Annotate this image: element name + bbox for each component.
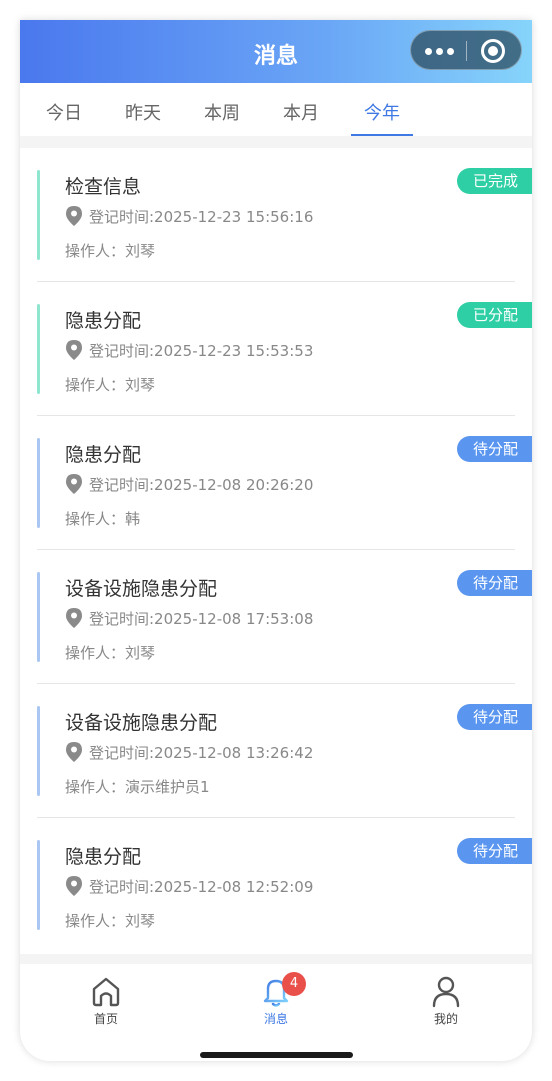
message-item[interactable]: 设备设施隐患分配登记时间:2025-12-08 17:53:08 操作人：刘琴 待分… — [20, 550, 532, 684]
message-title: 隐患分配 — [65, 444, 142, 466]
status-bar — [37, 706, 40, 796]
tab-this-year[interactable]: 今年 — [351, 99, 413, 136]
register-time: 登记时间:2025-12-23 15:56:16 — [89, 208, 314, 226]
location-pin-icon — [65, 205, 83, 227]
tabbar-mine[interactable]: 我的 — [406, 974, 486, 1027]
operator: 操作人：刘琴 — [65, 912, 156, 930]
more-icon[interactable] — [425, 48, 455, 56]
message-title: 检查信息 — [65, 176, 142, 198]
nav-header: 消息 — [20, 20, 532, 83]
period-tabs: 今日 昨天 本周 本月 今年 — [20, 83, 532, 136]
operator: 操作人：韩 — [65, 510, 141, 528]
status-bar — [37, 170, 40, 260]
message-item[interactable]: 检查信息登记时间:2025-12-23 15:56:16 操作人：刘琴 已完成 — [20, 148, 532, 282]
location-pin-icon — [65, 607, 83, 629]
status-badge: 待分配 — [457, 704, 532, 730]
status-bar — [37, 438, 40, 528]
message-list: 检查信息登记时间:2025-12-23 15:56:16 操作人：刘琴 已完成隐患分… — [20, 148, 532, 954]
tab-yesterday[interactable]: 昨天 — [112, 99, 174, 136]
register-time: 登记时间:2025-12-08 13:26:42 — [89, 744, 314, 762]
location-pin-icon — [65, 875, 83, 897]
tabbar-messages-label: 消息 — [263, 1012, 288, 1026]
message-item[interactable]: 隐患分配登记时间:2025-12-23 15:53:53 操作人：刘琴 已分配 — [20, 282, 532, 416]
tabbar-home[interactable]: 首页 — [66, 974, 146, 1027]
location-pin-icon — [65, 339, 83, 361]
status-badge: 待分配 — [457, 436, 532, 462]
operator: 操作人：刘琴 — [65, 644, 156, 662]
operator: 操作人：演示维护员1 — [65, 778, 210, 796]
status-badge: 已完成 — [457, 168, 532, 194]
home-indicator — [200, 1052, 353, 1058]
operator: 操作人：刘琴 — [65, 242, 156, 260]
status-badge: 已分配 — [457, 302, 532, 328]
capsule-divider — [466, 41, 467, 61]
status-bar — [37, 840, 40, 930]
tab-this-month[interactable]: 本月 — [270, 99, 332, 136]
message-title: 设备设施隐患分配 — [65, 712, 218, 734]
message-title: 隐患分配 — [65, 846, 142, 868]
phone-frame: 消息 今日 昨天 本周 本月 今年 检查信息登记时间:2025-12-23 15… — [20, 20, 532, 1061]
location-pin-icon — [65, 741, 83, 763]
tabbar-messages[interactable]: 4 消息 — [236, 972, 316, 1027]
message-title: 隐患分配 — [65, 310, 142, 332]
user-icon — [432, 976, 460, 1008]
message-item[interactable]: 隐患分配登记时间:2025-12-08 12:52:09 操作人：刘琴 待分配 — [20, 818, 532, 952]
close-target-icon[interactable] — [481, 39, 505, 63]
tabbar-home-label: 首页 — [93, 1012, 118, 1026]
home-icon — [92, 977, 120, 1007]
register-time: 登记时间:2025-12-08 12:52:09 — [89, 878, 314, 896]
register-time: 登记时间:2025-12-23 15:53:53 — [89, 342, 314, 360]
tab-today[interactable]: 今日 — [33, 99, 95, 136]
message-title: 设备设施隐患分配 — [65, 578, 218, 600]
tabbar-mine-label: 我的 — [433, 1012, 458, 1026]
register-time: 登记时间:2025-12-08 20:26:20 — [89, 476, 314, 494]
status-bar — [37, 572, 40, 662]
message-item[interactable]: 设备设施隐患分配登记时间:2025-12-08 13:26:42 操作人：演示维护… — [20, 684, 532, 818]
miniprogram-capsule[interactable] — [410, 30, 522, 70]
status-bar — [37, 304, 40, 394]
status-badge: 待分配 — [457, 838, 532, 864]
unread-badge: 4 — [282, 972, 306, 996]
status-badge: 待分配 — [457, 570, 532, 596]
bottom-tabbar: 首页 4 消息 我的 — [20, 964, 532, 1061]
location-pin-icon — [65, 473, 83, 495]
register-time: 登记时间:2025-12-08 17:53:08 — [89, 610, 314, 628]
message-item[interactable]: 隐患分配登记时间:2025-12-08 20:26:20 操作人：韩 待分配 — [20, 416, 532, 550]
tab-this-week[interactable]: 本周 — [191, 99, 253, 136]
operator: 操作人：刘琴 — [65, 376, 156, 394]
